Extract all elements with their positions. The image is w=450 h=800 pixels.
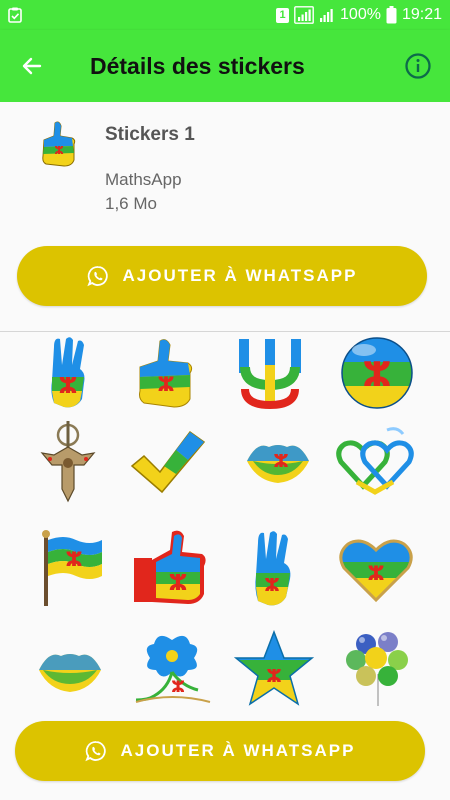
svg-text:ⵣ: ⵣ [266,666,281,687]
info-icon [405,53,431,79]
sticker-item[interactable]: ⵣ [30,528,110,608]
status-bar: 1 100% 19:21 [0,0,450,30]
three-fingers-amazigh-flag-sticker: ⵣ [51,337,85,408]
amazigh-flag-ball-sticker: ⵣ [341,337,413,409]
svg-text:ⵣ: ⵣ [264,575,279,596]
svg-text:ⵣ: ⵣ [363,355,392,395]
thumbs-up-flag-big-sticker: ⵣ [134,530,206,604]
pack-publisher: MathsApp [105,170,182,189]
svg-text:ⵣ: ⵣ [273,451,288,472]
double-hearts-sticker [336,427,414,495]
pack-tray-icon: ⵣ [36,120,80,170]
svg-text:ⵣ: ⵣ [169,571,188,596]
back-button[interactable] [0,30,64,102]
svg-text:ⵣ: ⵣ [157,372,174,396]
page-title: Détails des stickers [90,52,305,79]
add-to-whatsapp-button-bottom[interactable]: AJOUTER À WHATSAPP [15,721,425,781]
svg-text:ⵣ: ⵣ [54,144,63,157]
sticker-item[interactable] [30,628,110,708]
svg-text:ⵣ: ⵣ [367,561,384,585]
app-bar: Détails des stickers [0,30,450,102]
checkmark-amazigh-flag-sticker [130,430,206,494]
signal-sim1-icon [294,6,314,24]
sticker-item[interactable]: ⵣ [337,333,417,413]
svg-text:ⵣ: ⵣ [59,374,78,399]
sticker-item[interactable] [28,421,108,503]
screen: 1 100% 19:21 Détails des stickers ⵣ Stic… [0,0,450,800]
sticker-item[interactable] [335,421,415,501]
sticker-item[interactable]: ⵣ [32,333,112,413]
sticker-grid: ⵣ ⵣ ⵣ ⵣ ⵣ ⵣ ⵣ ⵣ ⵣ ⵣ [0,333,450,713]
star-amazigh-flag-sticker: ⵣ [234,630,314,706]
add-to-whatsapp-label: AJOUTER À WHATSAPP [120,741,356,760]
status-left [8,7,22,23]
sticker-item[interactable]: ⵣ [238,421,318,501]
svg-text:ⵣ: ⵣ [171,677,185,696]
yaz-symbol-sticker [239,339,301,409]
lips-yaz-sticker: ⵣ [247,445,309,483]
sticker-item[interactable]: ⵣ [130,528,210,608]
tuareg-cross-pendant-sticker [40,421,96,503]
sim-slot-badge: 1 [276,7,290,23]
clipboard-check-icon [8,7,22,23]
add-to-whatsapp-label: AJOUTER À WHATSAPP [122,266,358,285]
pack-name: Stickers 1 [105,124,195,145]
sticker-item[interactable]: ⵣ [234,628,314,708]
sticker-item[interactable]: ⵣ [125,333,205,413]
pack-size: 1,6 Mo [105,194,157,213]
add-to-whatsapp-button[interactable]: AJOUTER À WHATSAPP [17,246,427,306]
heart-amazigh-flag-sticker: ⵣ [339,539,413,603]
status-right: 1 100% 19:21 [276,6,442,24]
svg-text:ⵣ: ⵣ [65,547,82,571]
sticker-item[interactable]: ⵣ [234,528,314,608]
arrow-left-icon [22,57,42,75]
sticker-item[interactable] [128,421,208,501]
whatsapp-icon [84,741,106,762]
battery-percent: 100% [340,6,381,23]
sticker-item[interactable] [338,628,418,708]
sticker-item[interactable]: ⵣ [132,628,212,708]
pack-header: ⵣ Stickers 1 MathsApp 1,6 Mo AJOUTER À W… [0,102,450,332]
waving-amazigh-flag-sticker: ⵣ [42,530,102,606]
floral-yaz-sticker: ⵣ [135,635,211,703]
signal-sim2-icon [320,9,333,22]
three-fingers-hand-sticker: ⵣ [255,531,291,606]
sticker-item[interactable] [230,333,310,413]
thumbs-up-amazigh-flag-sticker: ⵣ [139,339,193,408]
clock: 19:21 [401,6,442,23]
sticker-item[interactable]: ⵣ [336,528,416,608]
battery-icon [386,6,397,24]
kiss-lips-flag-sticker [39,654,101,692]
whatsapp-icon [86,266,108,287]
balloons-sticker [346,632,408,706]
info-button[interactable] [386,30,450,102]
